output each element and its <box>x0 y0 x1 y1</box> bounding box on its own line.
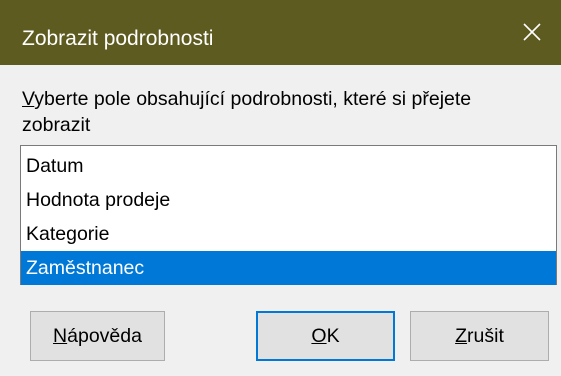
list-item-hodnota-prodeje[interactable]: Hodnota prodeje <box>21 183 556 217</box>
close-icon <box>523 23 541 41</box>
prompt-label: Vyberte pole obsahující podrobnosti, kte… <box>22 86 542 138</box>
help-button[interactable]: Nápověda <box>30 311 165 361</box>
dialog-title: Zobrazit podrobnosti <box>22 27 214 50</box>
list-item-kategorie[interactable]: Kategorie <box>21 217 556 251</box>
cancel-accel: Z <box>455 325 468 347</box>
close-button[interactable] <box>501 0 561 65</box>
cancel-label: rušit <box>467 325 504 347</box>
list-item-zamestnanec[interactable]: Zaměstnanec <box>21 251 556 285</box>
ok-button[interactable]: OK <box>256 311 395 361</box>
ok-label: K <box>326 325 340 347</box>
title-bar: Zobrazit podrobnosti <box>0 0 561 65</box>
help-accel: N <box>53 325 68 347</box>
cancel-button[interactable]: Zrušit <box>410 311 549 361</box>
prompt-accel: V <box>22 88 35 110</box>
dialog-window: Zobrazit podrobnosti Vyberte pole obsahu… <box>0 0 561 376</box>
prompt-text: yberte pole obsahující podrobnosti, kter… <box>22 88 472 136</box>
help-label: ápověda <box>67 325 142 347</box>
fields-listbox[interactable]: Datum Hodnota prodeje Kategorie Zaměstna… <box>20 145 557 285</box>
list-item-datum[interactable]: Datum <box>21 149 556 183</box>
ok-accel: O <box>311 325 327 347</box>
